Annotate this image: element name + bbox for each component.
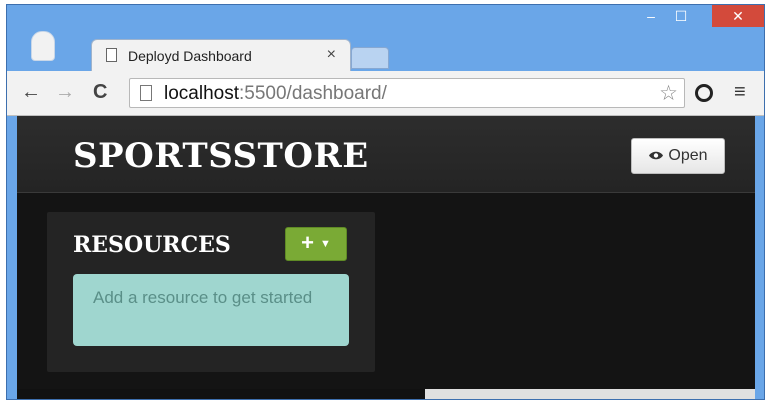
open-button-label: Open bbox=[668, 147, 708, 164]
back-icon[interactable]: ← bbox=[21, 81, 41, 104]
url-host: localhost bbox=[164, 83, 239, 104]
url-path: :5500/dashboard/ bbox=[239, 83, 387, 104]
browser-window: Deployd Dashboard × – ☐ ✕ ← → C localhos… bbox=[6, 4, 765, 400]
address-bar[interactable]: localhost:5500/dashboard/ ☆ bbox=[129, 78, 685, 108]
browser-toolbar: ← → C localhost:5500/dashboard/ ☆ ≡ bbox=[7, 71, 764, 116]
star-icon[interactable]: ☆ bbox=[659, 81, 678, 106]
forward-icon[interactable]: → bbox=[55, 81, 75, 104]
add-resource-button[interactable]: + ▼ bbox=[285, 227, 347, 261]
horizontal-scrollbar[interactable] bbox=[17, 389, 755, 399]
extension-icon[interactable] bbox=[695, 84, 713, 102]
menu-icon[interactable]: ≡ bbox=[734, 81, 746, 104]
page-icon bbox=[140, 85, 152, 101]
plus-icon: + bbox=[301, 230, 314, 255]
reload-icon[interactable]: C bbox=[93, 81, 107, 104]
brand-title[interactable]: SPORTSSTORE bbox=[73, 136, 369, 176]
resources-title: RESOURCES bbox=[73, 232, 231, 258]
tab-title: Deployd Dashboard bbox=[128, 48, 252, 64]
profile-icon[interactable] bbox=[31, 31, 55, 61]
page-icon bbox=[106, 48, 117, 62]
scrollbar-thumb[interactable] bbox=[17, 389, 425, 399]
tab-close-icon[interactable]: × bbox=[327, 46, 336, 64]
tab-deployd-dashboard[interactable]: Deployd Dashboard × bbox=[91, 39, 351, 71]
caret-down-icon: ▼ bbox=[319, 238, 331, 251]
title-bar: Deployd Dashboard × – ☐ ✕ bbox=[7, 5, 764, 71]
open-button[interactable]: Open bbox=[631, 138, 725, 174]
minimize-button[interactable]: – bbox=[636, 5, 666, 27]
resources-panel: RESOURCES + ▼ Add a resource to get start… bbox=[47, 212, 375, 372]
empty-resources-message: Add a resource to get started bbox=[73, 274, 349, 346]
eye-icon bbox=[649, 151, 664, 160]
page-viewport: SPORTSSTORE Open RESOURCES + ▼ Add a reso… bbox=[17, 116, 755, 399]
close-window-button[interactable]: ✕ bbox=[712, 5, 764, 27]
maximize-button[interactable]: ☐ bbox=[666, 5, 696, 27]
app-navbar: SPORTSSTORE Open bbox=[17, 116, 755, 193]
url-text[interactable]: localhost:5500/dashboard/ bbox=[164, 83, 387, 105]
new-tab-button[interactable] bbox=[351, 47, 389, 69]
